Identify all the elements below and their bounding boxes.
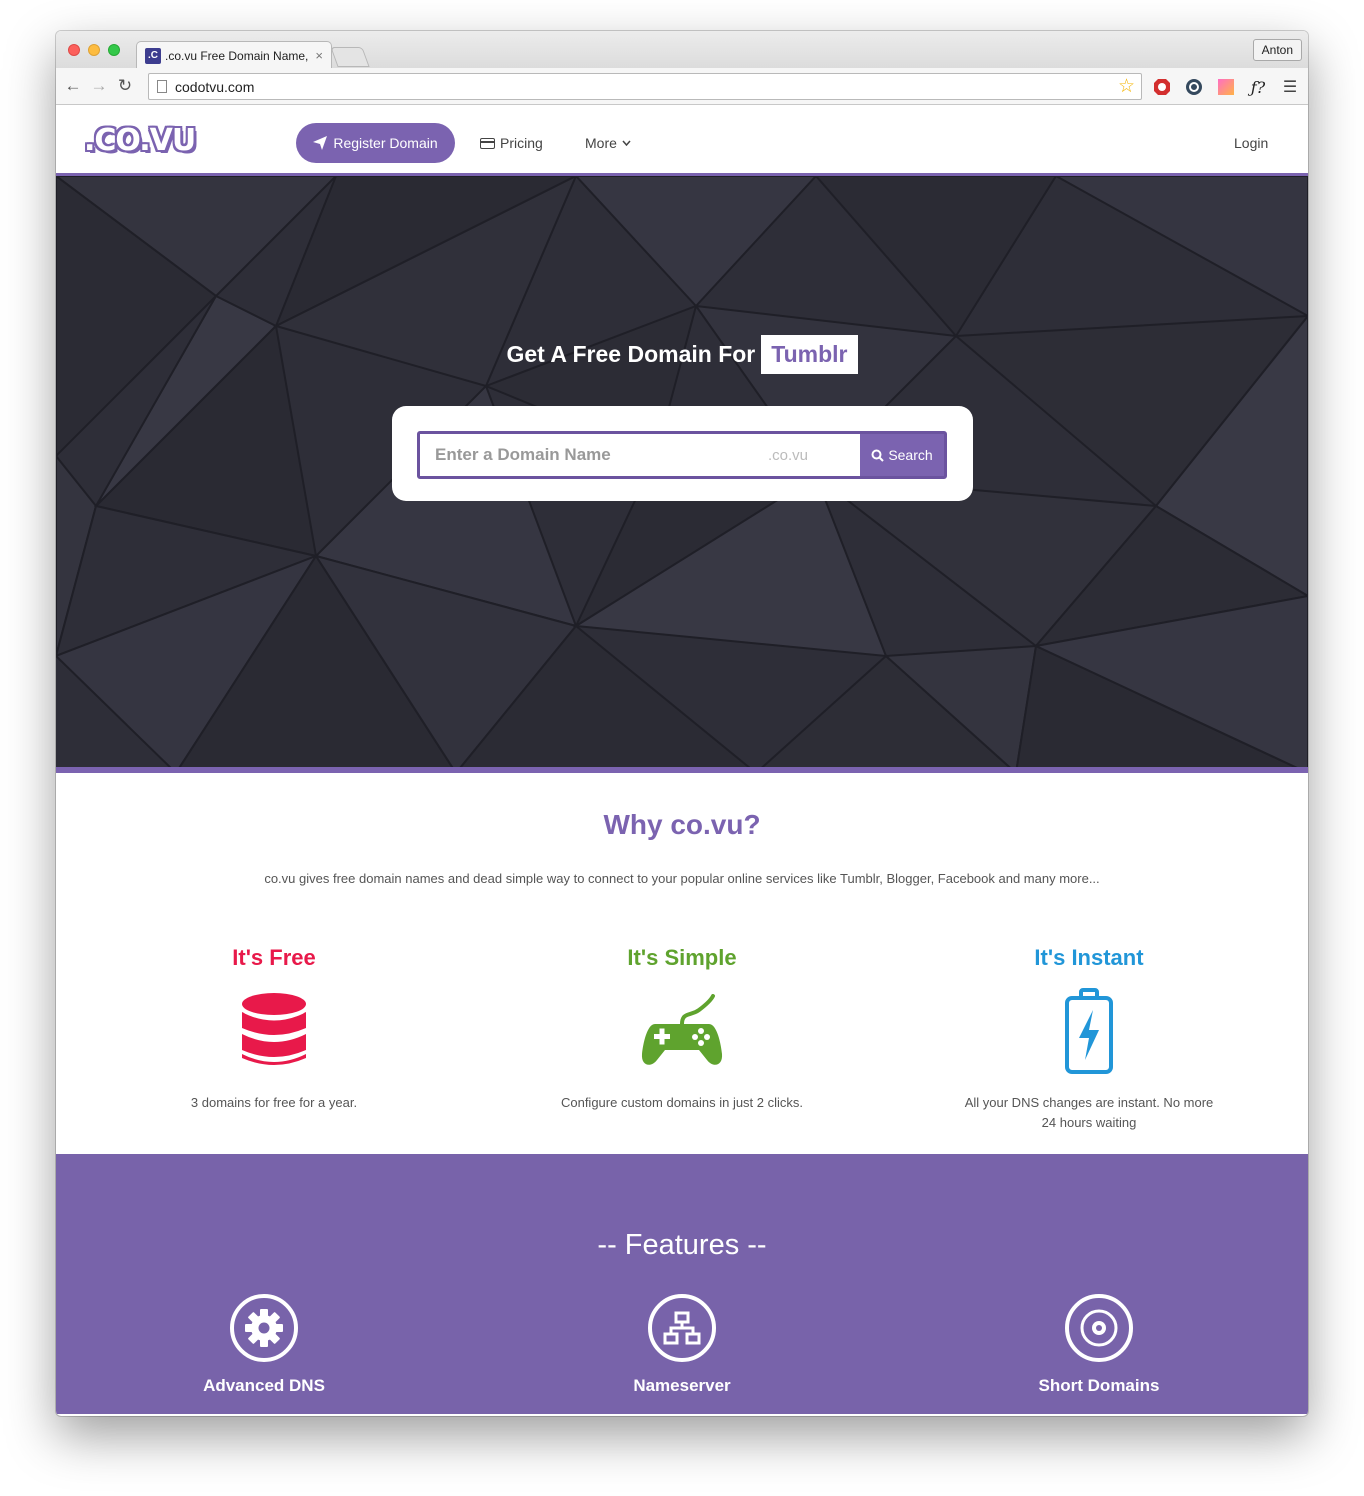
search-button-label: Search — [888, 447, 933, 463]
tld-suffix: .co.vu — [768, 446, 809, 464]
feature-simple: It's Simple Configure custom domains in … — [482, 945, 882, 1113]
chevron-down-icon — [622, 140, 631, 146]
profile-button[interactable]: Anton — [1252, 39, 1302, 61]
browser-tab[interactable]: .C .co.vu Free Domain Name, F × — [136, 41, 332, 69]
database-icon — [74, 985, 474, 1077]
search-icon — [871, 449, 885, 462]
feature-advanced-dns: Advanced DNS — [114, 1294, 414, 1407]
browser-tabstrip: .C .co.vu Free Domain Name, F × Anton — [56, 31, 1308, 69]
close-tab-icon[interactable]: × — [315, 48, 323, 63]
forward-arrow-icon[interactable]: → — [86, 76, 112, 96]
zoom-window-button[interactable] — [108, 44, 120, 56]
instant-title: It's Instant — [1034, 945, 1144, 970]
hero-title-text: Get A Free Domain For — [506, 341, 756, 367]
short-domains-desc-clipped — [949, 1402, 1249, 1407]
menu-icon[interactable]: ☰ — [1280, 77, 1300, 97]
register-domain-label: Register Domain — [333, 135, 438, 151]
ghostery-extension-icon[interactable] — [1184, 77, 1204, 97]
colorpicker-extension-icon[interactable] — [1216, 77, 1236, 97]
search-button[interactable]: Search — [860, 434, 944, 476]
close-window-button[interactable] — [68, 44, 80, 56]
feature-short-domains: Short Domains — [949, 1294, 1249, 1407]
battery-bolt-icon — [889, 985, 1289, 1077]
address-bar[interactable]: codotvu.com ☆ — [148, 73, 1142, 100]
feature-instant: It's Instant All your DNS changes are in… — [889, 945, 1289, 1133]
hero-section: Get A Free Domain For Tumblr .co.vu Sear… — [56, 176, 1308, 773]
simple-desc: Configure custom domains in just 2 click… — [560, 1095, 804, 1110]
more-dropdown[interactable]: More — [585, 135, 631, 151]
tab-title: .co.vu Free Domain Name, F — [165, 48, 310, 63]
why-subtitle: co.vu gives free domain names and dead s… — [264, 871, 1100, 886]
free-desc: 3 domains for free for a year. — [190, 1095, 358, 1110]
domain-search-box: .co.vu Search — [417, 431, 947, 479]
disc-icon — [1065, 1294, 1133, 1362]
site-logo[interactable]: .CO.VU — [84, 123, 196, 158]
simple-title: It's Simple — [627, 945, 737, 970]
more-label: More — [585, 135, 617, 151]
nameserver-title: Nameserver — [633, 1376, 731, 1395]
credit-card-icon — [480, 137, 495, 149]
hero-highlight-word: Tumblr — [761, 335, 858, 374]
minimize-window-button[interactable] — [88, 44, 100, 56]
page-icon — [157, 80, 167, 93]
sitemap-icon — [648, 1294, 716, 1362]
domain-search-input[interactable] — [420, 434, 768, 476]
adblock-extension-icon[interactable] — [1152, 77, 1172, 97]
search-card: .co.vu Search — [392, 406, 973, 501]
site-navbar: .CO.VU Register Domain Pricing More Logi… — [56, 105, 1308, 176]
pricing-link[interactable]: Pricing — [480, 135, 543, 151]
browser-window: .C .co.vu Free Domain Name, F × Anton ← … — [56, 31, 1308, 1416]
gear-icon — [230, 1294, 298, 1362]
bookmark-star-icon[interactable]: ☆ — [1118, 75, 1135, 98]
back-arrow-icon[interactable]: ← — [60, 76, 86, 96]
short-domains-title: Short Domains — [1038, 1376, 1160, 1395]
hero-title: Get A Free Domain For Tumblr — [56, 335, 1308, 374]
feature-free: It's Free 3 domains for free for a year. — [74, 945, 474, 1113]
new-tab-button[interactable] — [330, 47, 370, 67]
paper-plane-icon — [313, 136, 328, 150]
why-section: Why co.vu? co.vu gives free domain names… — [56, 773, 1308, 1154]
nameserver-desc-clipped — [532, 1402, 832, 1407]
fontface-extension-icon[interactable]: ƒ? — [1248, 77, 1268, 97]
pricing-label: Pricing — [500, 135, 543, 151]
feature-nameserver: Nameserver — [532, 1294, 832, 1407]
url-text: codotvu.com — [175, 78, 255, 95]
free-title: It's Free — [232, 945, 316, 970]
reload-icon[interactable]: ↻ — [112, 76, 138, 96]
why-title: Why co.vu? — [603, 809, 761, 840]
advanced-dns-title: Advanced DNS — [203, 1376, 325, 1395]
favicon-icon: .C — [145, 47, 161, 64]
instant-desc: All your DNS changes are instant. No mor… — [964, 1095, 1214, 1130]
features-title: -- Features -- — [597, 1229, 767, 1261]
gamepad-icon — [482, 985, 882, 1077]
advanced-dns-desc-clipped — [114, 1402, 414, 1407]
browser-toolbar: ← → ↻ codotvu.com ☆ ƒ? ☰ — [56, 68, 1308, 105]
login-link[interactable]: Login — [1234, 135, 1268, 151]
register-domain-button[interactable]: Register Domain — [296, 123, 455, 163]
features-section: -- Features -- Advanced DNS Nameserver S… — [56, 1154, 1308, 1414]
